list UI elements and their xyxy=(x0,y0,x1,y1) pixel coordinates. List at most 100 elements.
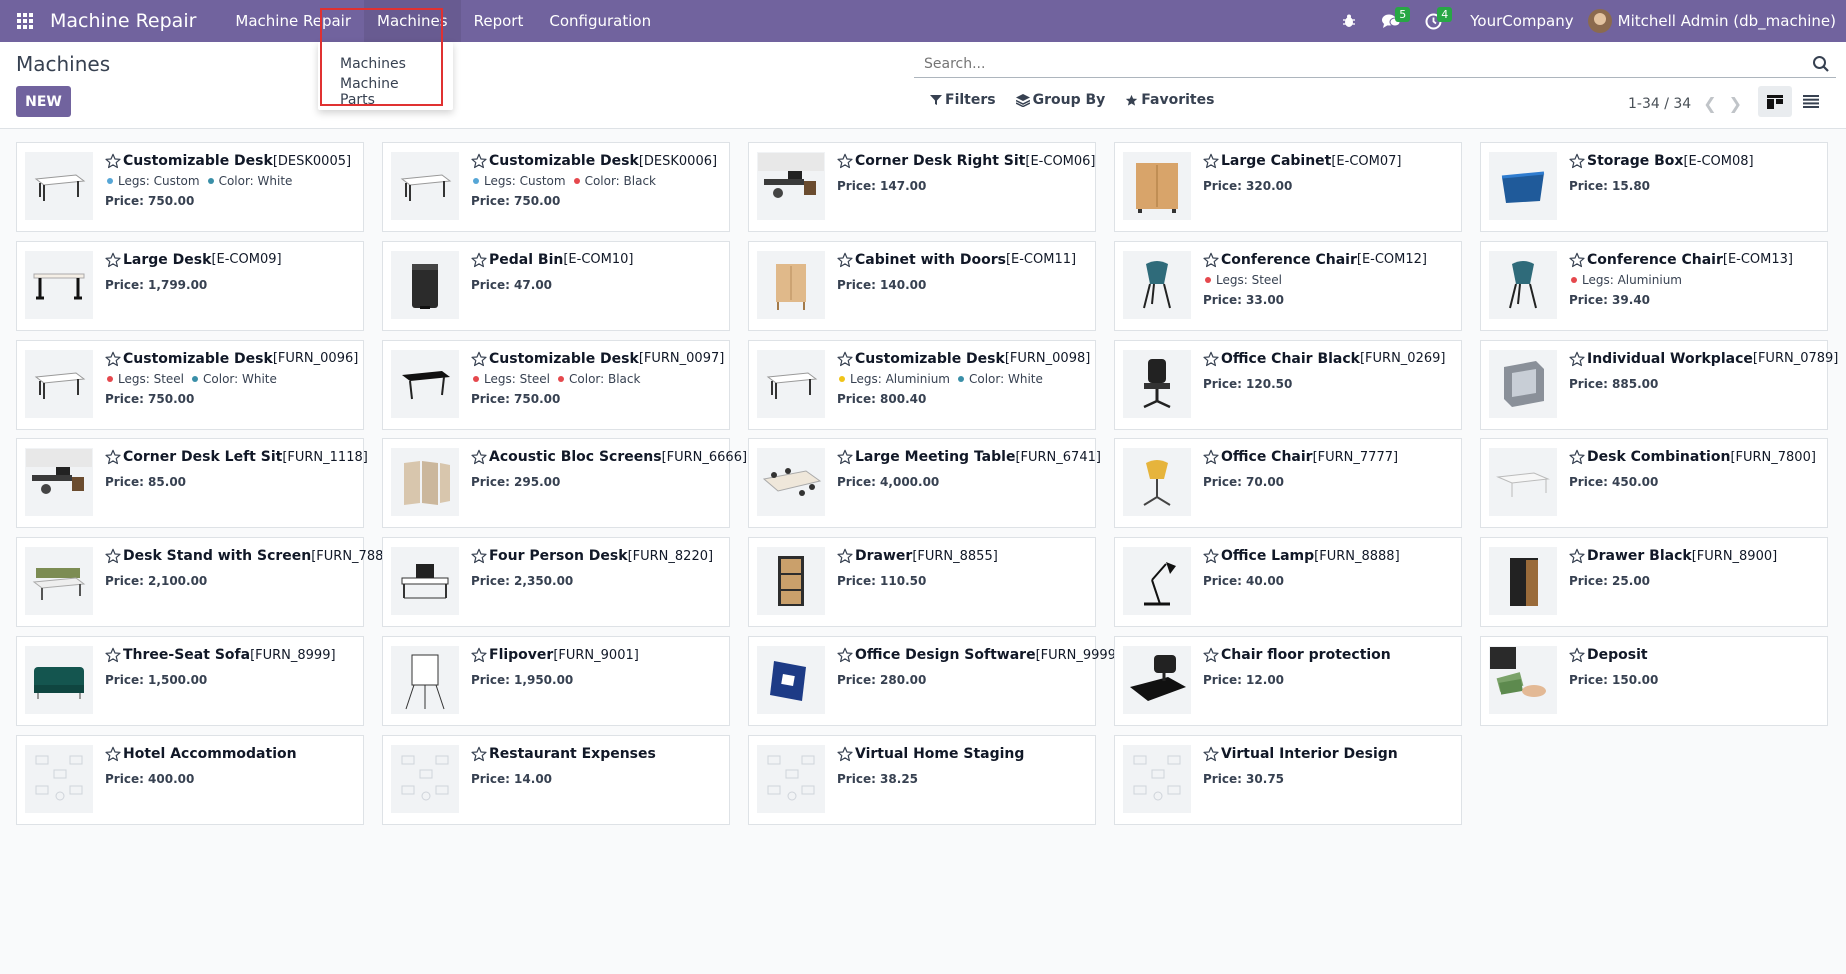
product-card[interactable]: Large Desk [E-COM09] Price: 1,799.00 xyxy=(16,240,364,331)
bug-icon[interactable] xyxy=(1334,0,1364,42)
favorite-star-icon[interactable] xyxy=(471,647,487,663)
product-card[interactable]: Office Chair Black [FURN_0269] Price: 120.… xyxy=(1114,339,1462,430)
product-card[interactable]: Four Person Desk [FURN_8220] Price: 2,350.… xyxy=(382,537,730,628)
product-code: [FURN_8855] xyxy=(912,548,998,564)
product-title: Deposit xyxy=(1569,647,1821,663)
product-card[interactable]: Virtual Home Staging Price: 38.25 xyxy=(748,734,1096,825)
product-card[interactable]: Individual Workplace [FURN_0789] Price: 88… xyxy=(1480,339,1838,430)
product-card[interactable]: Office Design Software [FURN_9999] Price: … xyxy=(748,636,1121,726)
product-card[interactable]: Office Chair [FURN_7777] Price: 70.00 xyxy=(1114,438,1462,529)
favorite-star-icon[interactable] xyxy=(1569,351,1585,367)
new-button[interactable]: NEW xyxy=(16,86,71,117)
product-card[interactable]: Customizable Desk [DESK0006] Legs: Custom C… xyxy=(382,142,730,232)
product-card[interactable]: Customizable Desk [FURN_0096] Legs: Steel C… xyxy=(16,339,364,430)
product-card[interactable]: Chair floor protection Price: 12.00 xyxy=(1114,636,1462,726)
favorite-star-icon[interactable] xyxy=(105,449,121,465)
menu-machines[interactable]: Machines xyxy=(364,0,461,42)
search-icon[interactable] xyxy=(1812,55,1830,73)
product-card[interactable]: Restaurant Expenses Price: 14.00 xyxy=(382,734,730,825)
product-card[interactable]: Three-Seat Sofa [FURN_8999] Price: 1,500.0… xyxy=(16,636,364,726)
user-menu[interactable]: Mitchell Admin (db_machine) xyxy=(1587,9,1846,33)
favorite-star-icon[interactable] xyxy=(1569,252,1585,268)
favorite-star-icon[interactable] xyxy=(105,746,121,762)
product-card[interactable]: Customizable Desk [DESK0005] Legs: Custom C… xyxy=(16,142,364,232)
product-card[interactable]: Customizable Desk [FURN_0097] Legs: Steel C… xyxy=(382,339,730,430)
menu-report[interactable]: Report xyxy=(461,0,537,42)
product-card[interactable]: Drawer [FURN_8855] Price: 110.50 xyxy=(748,537,1096,628)
product-title: Hotel Accommodation xyxy=(105,746,357,762)
favorite-star-icon[interactable] xyxy=(1569,548,1585,564)
favorite-star-icon[interactable] xyxy=(471,449,487,465)
favorite-star-icon[interactable] xyxy=(471,252,487,268)
product-card[interactable]: Pedal Bin [E-COM10] Price: 47.00 xyxy=(382,240,730,331)
product-card[interactable]: Desk Combination [FURN_7800] Price: 450.00 xyxy=(1480,438,1828,529)
favorite-star-icon[interactable] xyxy=(105,351,121,367)
product-card[interactable]: Large Cabinet [E-COM07] Price: 320.00 xyxy=(1114,142,1462,232)
favorite-star-icon[interactable] xyxy=(1203,449,1219,465)
product-card[interactable]: Drawer Black [FURN_8900] Price: 25.00 xyxy=(1480,537,1828,628)
favorite-star-icon[interactable] xyxy=(105,647,121,663)
favorite-star-icon[interactable] xyxy=(837,449,853,465)
favorite-star-icon[interactable] xyxy=(1203,153,1219,169)
apps-menu-icon[interactable] xyxy=(0,0,50,42)
product-card[interactable]: Office Lamp [FURN_8888] Price: 40.00 xyxy=(1114,537,1462,628)
favorite-star-icon[interactable] xyxy=(1569,647,1585,663)
filters-button[interactable]: Filters xyxy=(930,92,996,108)
product-card[interactable]: Virtual Interior Design Price: 30.75 xyxy=(1114,734,1462,825)
kanban-view-button[interactable] xyxy=(1758,86,1792,117)
list-view-button[interactable] xyxy=(1794,86,1828,117)
menu-machine-repair[interactable]: Machine Repair xyxy=(222,0,364,42)
pager-next-icon[interactable]: ❯ xyxy=(1729,94,1742,113)
pager-value[interactable]: 1-34 / 34 xyxy=(1628,96,1691,112)
favorite-star-icon[interactable] xyxy=(1203,647,1219,663)
group-by-button[interactable]: Group By xyxy=(1015,92,1105,108)
favorite-star-icon[interactable] xyxy=(105,548,121,564)
favorite-star-icon[interactable] xyxy=(471,153,487,169)
favorite-star-icon[interactable] xyxy=(105,153,121,169)
product-card-body: Customizable Desk [FURN_0096] Legs: Steel C… xyxy=(105,351,358,406)
product-card[interactable]: Desk Stand with Screen [FURN_7888] Price: … xyxy=(16,537,397,628)
product-name: Cabinet with Doors xyxy=(855,251,1006,268)
favorite-star-icon[interactable] xyxy=(1569,153,1585,169)
favorite-star-icon[interactable] xyxy=(837,252,853,268)
app-name[interactable]: Machine Repair xyxy=(50,10,222,32)
company-switcher[interactable]: YourCompany xyxy=(1470,12,1573,30)
dropdown-item-machines[interactable]: Machines xyxy=(318,50,453,78)
favorite-star-icon[interactable] xyxy=(471,351,487,367)
product-card[interactable]: Deposit Price: 150.00 xyxy=(1480,636,1828,726)
pager-prev-icon[interactable]: ❮ xyxy=(1703,94,1716,113)
search-input[interactable] xyxy=(914,55,1794,72)
product-card[interactable]: Cabinet with Doors [E-COM11] Price: 140.00 xyxy=(748,240,1096,331)
favorite-star-icon[interactable] xyxy=(105,252,121,268)
favorite-star-icon[interactable] xyxy=(1569,449,1585,465)
favorite-star-icon[interactable] xyxy=(837,351,853,367)
product-name: Office Lamp xyxy=(1221,548,1315,565)
favorite-star-icon[interactable] xyxy=(471,746,487,762)
product-card[interactable]: Customizable Desk [FURN_0098] Legs: Alumin… xyxy=(748,339,1096,430)
product-code: [E-COM06] xyxy=(1025,153,1096,169)
favorite-star-icon[interactable] xyxy=(837,153,853,169)
product-card[interactable]: Conference Chair [E-COM12] Legs: Steel Pric… xyxy=(1114,240,1462,331)
product-card[interactable]: Conference Chair [E-COM13] Legs: Aluminium… xyxy=(1480,240,1828,331)
activity-clock-icon[interactable]: 4 xyxy=(1418,0,1453,42)
favorite-star-icon[interactable] xyxy=(837,746,853,762)
favorite-star-icon[interactable] xyxy=(1203,252,1219,268)
favorite-star-icon[interactable] xyxy=(837,548,853,564)
product-card[interactable]: Storage Box [E-COM08] Price: 15.80 xyxy=(1480,142,1828,232)
product-card[interactable]: Flipover [FURN_9001] Price: 1,950.00 xyxy=(382,636,730,726)
chat-icon[interactable]: 5 xyxy=(1376,0,1411,42)
product-card[interactable]: Acoustic Bloc Screens [FURN_6666] Price: 2… xyxy=(382,438,747,529)
product-card[interactable]: Hotel Accommodation Price: 400.00 xyxy=(16,734,364,825)
product-name: Customizable Desk xyxy=(489,350,639,367)
product-card[interactable]: Large Meeting Table [FURN_6741] Price: 4,0… xyxy=(748,438,1101,529)
favorite-star-icon[interactable] xyxy=(1203,746,1219,762)
menu-configuration[interactable]: Configuration xyxy=(536,0,664,42)
favorite-star-icon[interactable] xyxy=(837,647,853,663)
favorite-star-icon[interactable] xyxy=(1203,351,1219,367)
product-card[interactable]: Corner Desk Left Sit [FURN_1118] Price: 85… xyxy=(16,438,368,529)
favorite-star-icon[interactable] xyxy=(1203,548,1219,564)
dropdown-item-machine-parts[interactable]: Machine Parts xyxy=(318,76,453,108)
product-card[interactable]: Corner Desk Right Sit [E-COM06] Price: 147… xyxy=(748,142,1096,232)
favorite-star-icon[interactable] xyxy=(471,548,487,564)
favorites-button[interactable]: Favorites xyxy=(1125,92,1214,108)
